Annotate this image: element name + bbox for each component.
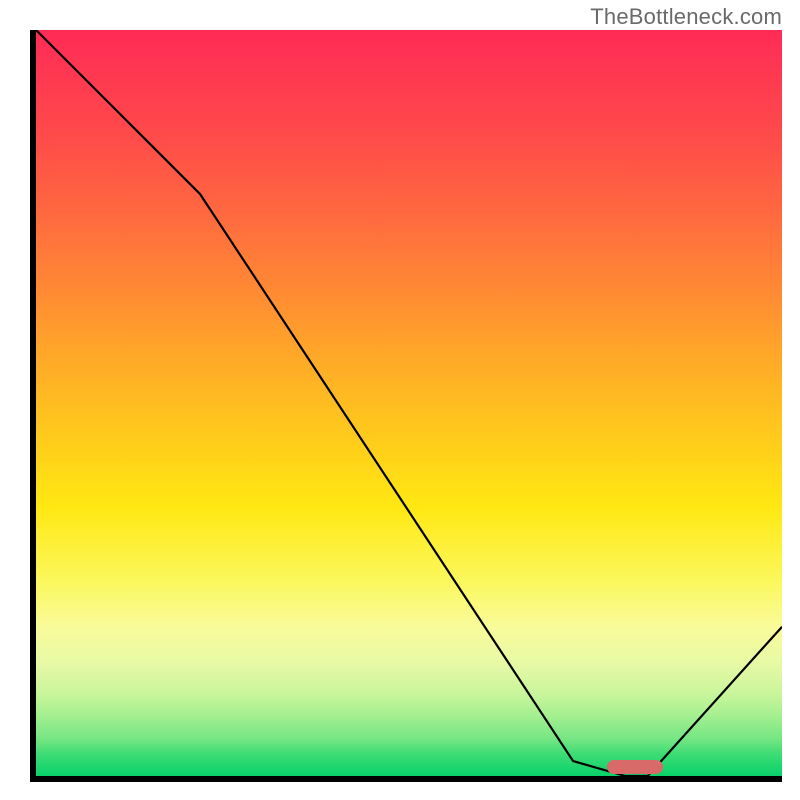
optimal-range-marker	[607, 760, 663, 775]
axis-x	[30, 776, 782, 782]
axis-y	[30, 30, 36, 782]
watermark-text: TheBottleneck.com	[590, 4, 782, 30]
chart-root: TheBottleneck.com	[0, 0, 800, 800]
heatmap-gradient	[36, 30, 782, 776]
